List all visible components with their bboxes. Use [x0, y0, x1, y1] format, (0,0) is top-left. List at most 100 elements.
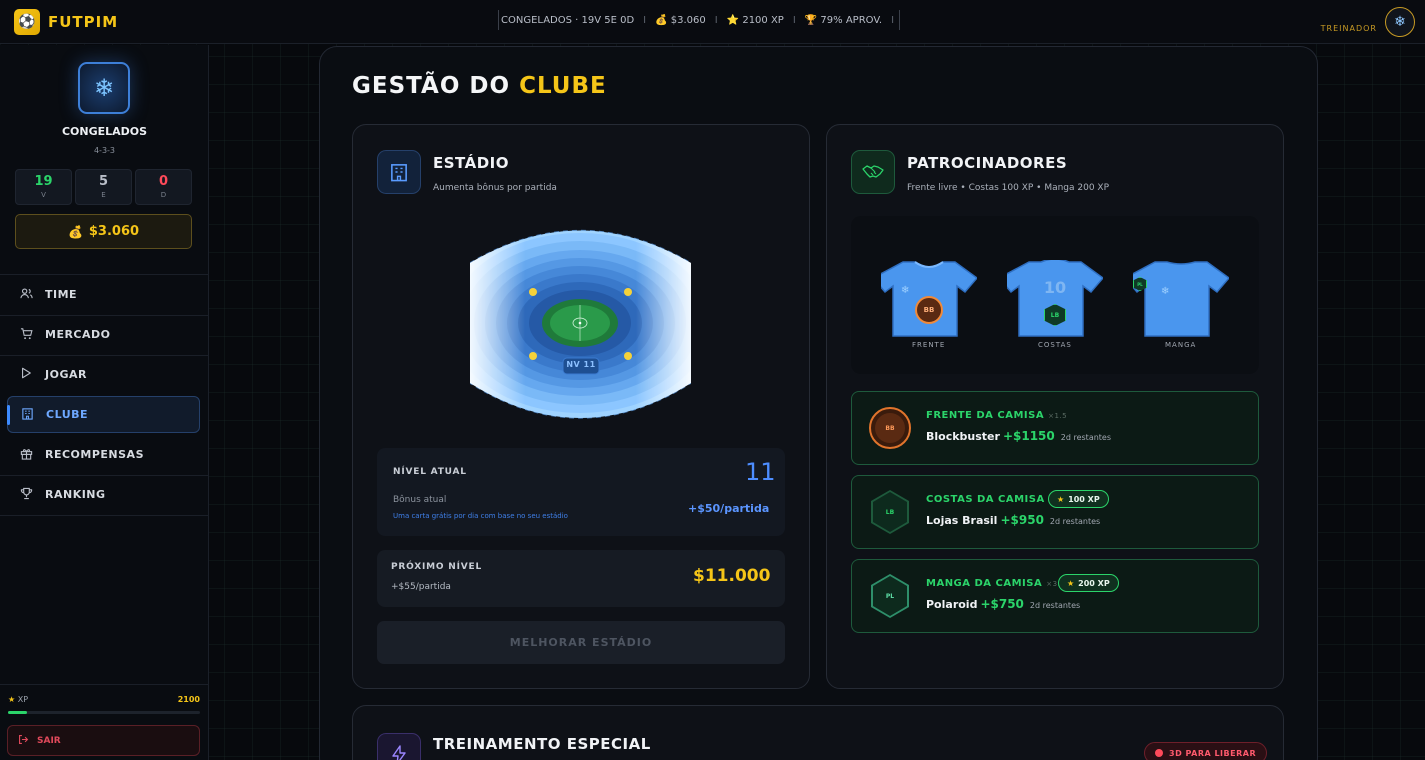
ticker-item: 💰 $3.060 [655, 14, 706, 26]
sponsor-name: Lojas Brasil [926, 514, 998, 527]
sponsor-logo-text: BB [875, 413, 905, 443]
snowflake-icon: ❄ [93, 74, 115, 102]
sidebar-item-ranking[interactable]: RANKING [7, 476, 200, 513]
bonus-value: +$50/partida [688, 502, 770, 515]
play-icon [19, 367, 33, 382]
current-level-box [377, 448, 785, 536]
sponsor-value: +$750 [980, 597, 1024, 611]
next-level-label: PRÓXIMO NÍVEL [391, 562, 483, 572]
bonus-label: Bônus atual [393, 495, 447, 505]
sidebar-item-jogar[interactable]: JOGAR [7, 356, 200, 393]
sponsor-logo: PL [871, 574, 909, 618]
sponsor-multiplier: ×1.5 [1048, 412, 1068, 420]
sidebar-item-label: RANKING [45, 488, 106, 501]
stadium-subtitle: Aumenta bônus por partida [433, 183, 557, 193]
star-icon: ★ [8, 695, 16, 704]
stadium-visual: NV 11 [469, 218, 692, 430]
next-level-cost: $11.000 [693, 566, 771, 586]
sponsor-details: Polaroid +$750 2d restantes [926, 597, 1080, 611]
sponsor-remaining: 2d restantes [1049, 517, 1101, 526]
record-value: 5 [98, 174, 109, 189]
sidebar-item-label: TIME [45, 288, 78, 301]
xp-label: XP [17, 695, 29, 704]
sidebar-item-time[interactable]: TIME [7, 276, 200, 313]
sidebar-item-label: MERCADO [45, 328, 111, 341]
sponsor-logo-text: LB [873, 492, 907, 532]
ticker-item: ⭐ 2100 XP [726, 14, 784, 26]
sponsor-value: +$1150 [1002, 429, 1055, 443]
star-icon: ★ [1057, 494, 1065, 504]
status-dot-icon [1155, 749, 1163, 757]
current-level-label: NÍVEL ATUAL [393, 467, 467, 477]
next-level-bonus: +$55/partida [391, 582, 451, 592]
page-title: GESTÃO DO CLUBE [352, 73, 607, 99]
svg-text:❄: ❄ [1161, 286, 1169, 297]
page-title-highlight: CLUBE [519, 73, 607, 99]
sponsor-slot: MANGA DA CAMISA×3.75 [926, 578, 1070, 589]
unlock-countdown-badge: 3D PARA LIBERAR [1144, 742, 1268, 760]
divider [0, 274, 209, 275]
sponsor-name: Polaroid [926, 598, 978, 611]
logout-icon [18, 734, 29, 748]
divider [0, 684, 209, 685]
top-bar: ⚽ FUTPIM CONGELADOS · 19V 5E 0D I 💰 $3.0… [0, 0, 1425, 44]
gift-icon [19, 447, 33, 463]
xp-requirement: 100 XP [1068, 494, 1100, 504]
cart-icon [19, 327, 33, 343]
sponsor-logo: LB [871, 490, 909, 534]
money-bag-icon: 💰 [67, 224, 83, 239]
lightning-icon [377, 733, 421, 760]
cash-balance: 💰 $3.060 [15, 214, 192, 249]
current-level-value: 11 [745, 458, 776, 486]
team-formation: 4-3-3 [93, 146, 116, 155]
logout-button[interactable]: SAIR [7, 725, 200, 756]
xp-progress-fill [8, 711, 28, 714]
ticker-item: 🏆 79% APROV. [804, 14, 883, 26]
sponsor-slot-label: COSTAS DA CAMISA [926, 494, 1045, 505]
sponsor-remaining: 2d restantes [1029, 601, 1081, 610]
jersey-back [1007, 260, 1103, 337]
record-draws: 5 E [75, 169, 132, 205]
building-icon [20, 407, 34, 423]
sponsor-remaining: 2d restantes [1060, 433, 1112, 442]
sponsor-item-sleeve[interactable]: PL MANGA DA CAMISA×3.75 ★200 XP Polaroid… [851, 559, 1259, 633]
sidebar-item-label: CLUBE [46, 408, 89, 421]
jersey-label: COSTAS [1038, 341, 1072, 349]
sponsor-item-front[interactable]: BB FRENTE DA CAMISA ×1.5 Blockbuster +$115… [851, 391, 1259, 465]
sidebar-item-recompensas[interactable]: RECOMPENSAS [7, 436, 200, 473]
users-icon [19, 287, 33, 303]
sponsor-value: +$950 [1000, 513, 1044, 527]
ticker-separator: I [714, 14, 718, 26]
record-losses: 0 D [135, 169, 192, 205]
trophy-icon [19, 487, 33, 503]
sponsor-logo-front: BB [915, 296, 943, 324]
sidebar-item-label: JOGAR [45, 368, 87, 381]
handshake-icon [851, 150, 895, 194]
logout-label: SAIR [37, 735, 61, 746]
sponsor-details: Blockbuster +$1150 2d restantes [926, 429, 1111, 443]
stadium-title: ESTÁDIO [433, 154, 510, 172]
divider [0, 515, 209, 516]
sidebar: ❄ CONGELADOS 4-3-3 19 V 5 E 0 D 💰 $3.060… [0, 45, 209, 760]
upgrade-stadium-button[interactable]: MELHORAR ESTÁDIO [377, 621, 785, 664]
sponsor-slot-label: MANGA DA CAMISA [926, 578, 1043, 589]
xp-requirement-badge: ★ 200 XP [1058, 574, 1119, 592]
record-value: 0 [158, 174, 169, 189]
sponsor-item-back[interactable]: LB COSTAS DA CAMISA×1 ★100 XP Lojas Bras… [851, 475, 1259, 549]
avatar[interactable]: ❄ [1385, 7, 1415, 37]
building-icon [377, 150, 421, 194]
sidebar-item-mercado[interactable]: MERCADO [7, 316, 200, 353]
xp-value: 2100 [177, 695, 200, 704]
sponsor-slot-label: FRENTE DA CAMISA [926, 410, 1045, 421]
xp-requirement-badge: ★ 100 XP [1048, 490, 1109, 508]
sidebar-item-clube[interactable]: CLUBE [7, 396, 200, 433]
unlock-countdown-text: 3D PARA LIBERAR [1169, 748, 1257, 758]
page-title-prefix: GESTÃO DO [352, 73, 511, 99]
bonus-note: Uma carta grátis por dia com base no seu… [393, 512, 568, 520]
team-name: CONGELADOS [61, 125, 148, 138]
sponsors-title: PATROCINADORES [907, 154, 1068, 172]
record-label: V [41, 191, 46, 199]
jersey-number: 10 [1043, 278, 1067, 297]
brand[interactable]: ⚽ FUTPIM [14, 8, 118, 35]
team-emblem: ❄ [78, 62, 130, 114]
